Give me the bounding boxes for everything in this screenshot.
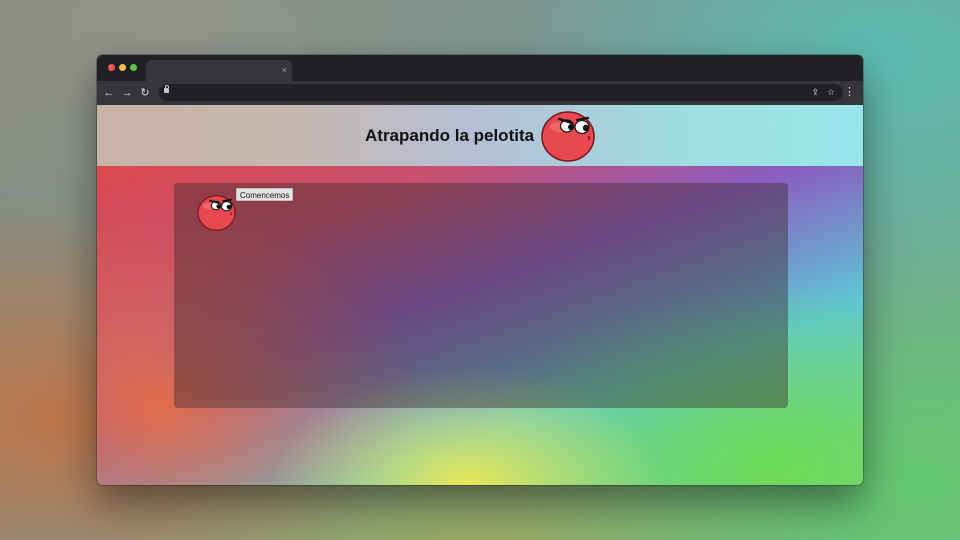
window-close-button[interactable] <box>108 64 115 71</box>
page-viewport: Atrapando la pelotita Comencemos <box>97 105 863 485</box>
window-minimize-button[interactable] <box>119 64 126 71</box>
start-button[interactable]: Comencemos <box>236 188 294 201</box>
browser-toolbar: ← → ↻ ⇪ ☆ ⋮ <box>97 81 863 105</box>
desktop-background: × ← → ↻ ⇪ ☆ ⋮ Atrapando la pelotita Come… <box>0 0 960 540</box>
back-arrow-icon[interactable]: ← <box>101 85 117 101</box>
address-bar[interactable]: ⇪ ☆ <box>159 84 843 101</box>
game-area[interactable]: Comencemos <box>174 183 788 408</box>
page-header: Atrapando la pelotita <box>97 105 863 166</box>
browser-window: × ← → ↻ ⇪ ☆ ⋮ Atrapando la pelotita Come… <box>97 55 863 485</box>
bookmark-star-icon[interactable]: ☆ <box>827 85 835 99</box>
lock-icon <box>164 85 169 93</box>
window-zoom-button[interactable] <box>130 64 137 71</box>
share-icon[interactable]: ⇪ <box>811 85 819 99</box>
browser-tab[interactable]: × <box>146 60 292 81</box>
browser-menu-icon[interactable]: ⋮ <box>844 84 855 100</box>
page-title: Atrapando la pelotita <box>365 126 535 145</box>
browser-titlebar: × <box>97 55 863 81</box>
red-ball-icon <box>541 111 595 162</box>
red-ball-icon[interactable] <box>197 194 236 231</box>
tab-close-icon[interactable]: × <box>282 64 287 76</box>
reload-icon[interactable]: ↻ <box>137 85 153 101</box>
forward-arrow-icon[interactable]: → <box>119 85 135 101</box>
